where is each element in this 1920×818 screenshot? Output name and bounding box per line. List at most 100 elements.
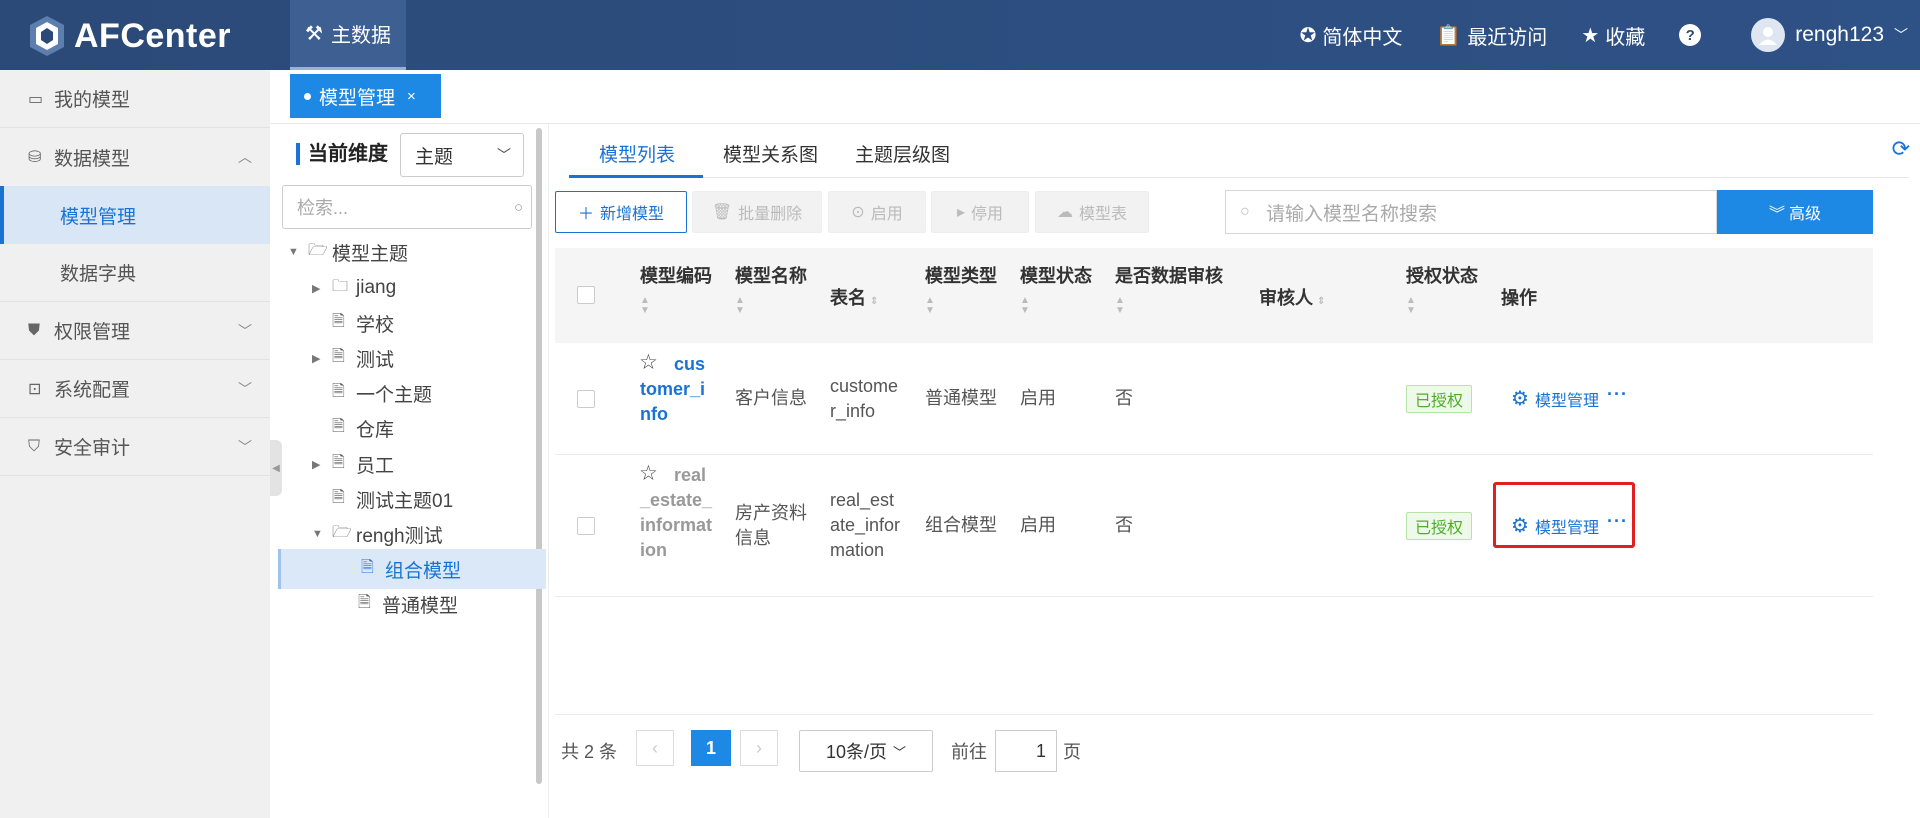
sort-icon[interactable]: ▲ ▼ (735, 296, 807, 316)
model-code-link[interactable]: cus tomer_i nfo (640, 352, 710, 427)
tree-node[interactable]: ▼ 🗁 rengh测试 (312, 514, 534, 554)
sort-icon[interactable]: ⇕ (870, 296, 878, 307)
dimension-select[interactable]: 主题 ﹀ (400, 133, 524, 177)
tree-node[interactable]: 🗎 测试主题01 (312, 479, 534, 519)
disable-button[interactable]: ▸ 停用 (931, 191, 1029, 233)
sort-icon[interactable]: ▲ ▼ (640, 296, 712, 316)
language-label: 简体中文 (1322, 26, 1403, 49)
more-icon[interactable]: ··· (1607, 511, 1628, 532)
sidebar-item-my-models[interactable]: ▭ 我的模型 (0, 70, 270, 128)
model-status: 启用 (1020, 515, 1056, 535)
page-tab-label: 模型管理 (319, 87, 396, 109)
recent-visits[interactable]: 📋 最近访问 (1436, 21, 1547, 50)
tree-node[interactable]: 🗎 仓库 (312, 408, 534, 448)
star-icon: ★ (1581, 24, 1600, 47)
tree-node[interactable]: 🗎 普通模型 (358, 584, 534, 624)
tree-node-label: 测试主题01 (356, 490, 454, 512)
more-icon[interactable]: ··· (1607, 384, 1628, 405)
tree-node[interactable]: ▶ 🗎 测试 (312, 338, 534, 378)
refresh-icon[interactable]: ⟳ (1892, 136, 1910, 162)
tree-scrollbar[interactable] (536, 128, 542, 784)
column-header-name[interactable]: 模型名称 ▲ ▼ (735, 262, 807, 316)
status-badge: 已授权 (1406, 512, 1473, 540)
tab-theme-hierarchy[interactable]: 主题层级图 (855, 140, 950, 167)
model-code-link[interactable]: real _estate_ informat ion (640, 463, 720, 563)
tree-search-input[interactable]: 检索... ○ (282, 185, 532, 229)
model-manage-button[interactable]: ⚙ 模型管理 (1511, 386, 1599, 411)
help-icon[interactable]: ? (1679, 24, 1702, 46)
tree-node[interactable]: 🗎 一个主题 (312, 373, 534, 413)
column-header-code[interactable]: 模型编码 ▲ ▼ (640, 262, 712, 316)
tree-node[interactable]: ▶ 🗎 员工 (312, 444, 534, 484)
tree-node[interactable]: 🗎 学校 (312, 303, 534, 343)
page-tab-model-management[interactable]: 模型管理 × (290, 74, 441, 118)
tree-node-label: 学校 (356, 314, 395, 336)
avatar (1751, 18, 1786, 52)
shield-icon: ⛊ (28, 321, 41, 339)
tree-node[interactable]: ▼ 🗁 模型主题 (288, 232, 534, 272)
page-tab-bar: 模型管理 × (270, 70, 1920, 124)
sort-icon[interactable]: ▲ ▼ (1406, 296, 1478, 316)
tab-model-list[interactable]: 模型列表 (599, 140, 675, 167)
page-size-select[interactable]: 10条/页 ﹀ (799, 730, 933, 772)
tree-node-selected[interactable]: 🗎 组合模型 (278, 549, 546, 589)
advanced-search-button[interactable]: ︾ 高级 (1717, 190, 1873, 234)
enable-button[interactable]: ⊙ 启用 (828, 191, 926, 233)
sidebar-item-permissions[interactable]: ⛊ 权限管理 ﹀ (0, 302, 270, 360)
language-switch[interactable]: ✪ 简体中文 (1300, 21, 1403, 50)
page-number-current[interactable]: 1 (691, 730, 731, 766)
row-checkbox[interactable] (577, 517, 595, 535)
document-icon: 🗎 (361, 558, 374, 576)
double-chevron-down-icon: ︾ (1768, 206, 1785, 223)
sort-icon[interactable]: ▲ ▼ (1115, 296, 1223, 316)
plus-icon: ＋ (577, 206, 594, 223)
app-logo[interactable]: AFCenter (28, 14, 231, 58)
audit-flag: 否 (1115, 388, 1133, 408)
tree-node[interactable]: ▶ 🗀 jiang (312, 268, 534, 308)
audit-flag: 否 (1115, 515, 1133, 535)
sidebar-item-system-config[interactable]: ⊡ 系统配置 ﹀ (0, 360, 270, 418)
next-page-button[interactable]: › (740, 730, 778, 766)
model-table-button[interactable]: ☁ 模型表 (1035, 191, 1149, 233)
column-header-audit[interactable]: 是否数据审核 ▲ ▼ (1115, 262, 1223, 316)
sort-icon[interactable]: ⇕ (1317, 296, 1325, 307)
prev-page-button[interactable]: ‹ (636, 730, 674, 766)
goto-page-input[interactable]: 1 (995, 730, 1057, 772)
sort-icon[interactable]: ▲ ▼ (925, 296, 997, 316)
sidebar-item-data-model[interactable]: ⛁ 数据模型 ︿ (0, 128, 270, 186)
favorites[interactable]: ★ 收藏 (1581, 21, 1645, 50)
table-row: ☆ cus tomer_i nfo 客户信息 custome r_info 普通… (555, 344, 1873, 455)
column-header-status[interactable]: 模型状态 ▲ ▼ (1020, 262, 1092, 316)
chevron-left-icon: ‹ (652, 737, 658, 758)
play-icon: ▸ (956, 204, 965, 221)
logo-icon (30, 16, 64, 56)
globe-icon: ✪ (1299, 24, 1317, 47)
select-all-checkbox[interactable] (577, 286, 595, 304)
add-model-label: 新增模型 (600, 206, 665, 223)
model-search-input[interactable]: ○ 请输入模型名称搜索 (1225, 190, 1717, 234)
batch-delete-button[interactable]: 🗑 批量删除 (692, 191, 822, 233)
row-checkbox[interactable] (577, 390, 595, 408)
close-icon[interactable]: × (407, 88, 416, 105)
username: rengh123 (1795, 23, 1884, 46)
tools-icon: ⚒ (305, 23, 323, 45)
top-nav-master-data[interactable]: ⚒ 主数据 (290, 0, 406, 70)
sidebar-item-data-dictionary[interactable]: 数据字典 (0, 244, 270, 302)
dimension-label: 当前维度 (296, 143, 388, 165)
column-header-type[interactable]: 模型类型 ▲ ▼ (925, 262, 997, 316)
header-actions: ✪ 简体中文 📋 最近访问 ★ 收藏 ? rengh123 ﹀ (1300, 0, 1920, 70)
tab-model-relation[interactable]: 模型关系图 (723, 140, 818, 167)
sort-icon[interactable]: ▲ ▼ (1020, 296, 1092, 316)
column-header-auditor[interactable]: 审核人 ⇕ (1259, 284, 1325, 310)
dimension-value: 主题 (415, 146, 454, 168)
enable-label: 启用 (870, 206, 903, 223)
shield-check-icon: ⛉ (28, 437, 41, 455)
column-header-auth[interactable]: 授权状态 ▲ ▼ (1406, 262, 1478, 316)
add-model-button[interactable]: ＋ 新增模型 (555, 191, 687, 233)
user-menu[interactable]: rengh123 ﹀ (1751, 18, 1908, 52)
column-header-table[interactable]: 表名 ⇕ (830, 284, 878, 310)
sidebar-item-model-management[interactable]: 模型管理 (0, 186, 270, 244)
caret-right-icon: ▶ (312, 282, 321, 295)
sidebar-item-security-audit[interactable]: ⛉ 安全审计 ﹀ (0, 418, 270, 476)
gear-icon: ⚙ (1511, 388, 1529, 410)
